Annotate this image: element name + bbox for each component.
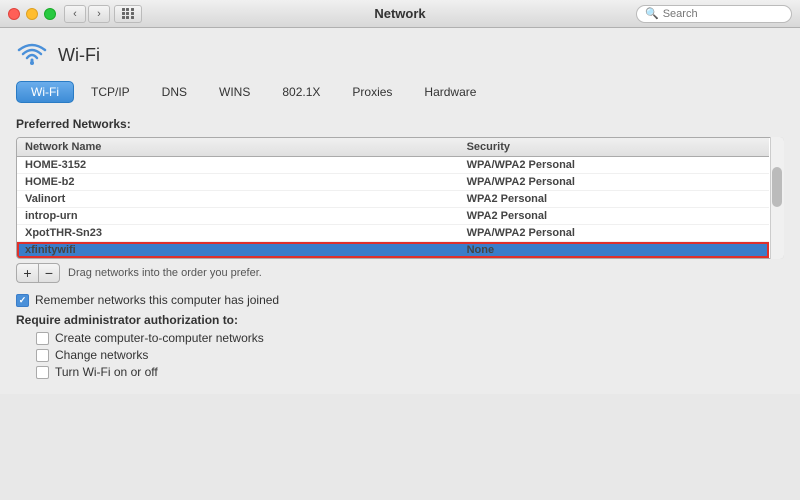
wifi-title: Wi-Fi [58, 45, 100, 66]
sub-option-change-networks[interactable]: Change networks [36, 348, 784, 362]
options-section: ✓ Remember networks this computer has jo… [16, 293, 784, 379]
title-bar: ‹ › Network 🔍 [0, 0, 800, 28]
network-name: HOME-3152 [25, 159, 467, 171]
minimize-button[interactable] [26, 8, 38, 20]
change-networks-checkbox[interactable] [36, 349, 49, 362]
add-network-button[interactable]: + [16, 263, 38, 283]
tab-8021x[interactable]: 802.1X [267, 81, 335, 103]
network-security: WPA/WPA2 Personal [467, 159, 761, 171]
network-name: Valinort [25, 193, 467, 205]
maximize-button[interactable] [44, 8, 56, 20]
table-row[interactable]: Valinort WPA2 Personal [17, 191, 769, 208]
wifi-on-off-checkbox[interactable] [36, 366, 49, 379]
table-header: Network Name Security [17, 138, 769, 157]
traffic-lights [8, 8, 56, 20]
checkmark-icon: ✓ [19, 295, 27, 306]
grid-button[interactable] [114, 5, 142, 23]
wifi-on-off-label: Turn Wi-Fi on or off [55, 365, 158, 379]
network-security: WPA/WPA2 Personal [467, 176, 761, 188]
scrollbar-thumb[interactable] [772, 167, 782, 207]
network-security: WPA2 Personal [467, 193, 761, 205]
table-row[interactable]: introp-urn WPA2 Personal [17, 208, 769, 225]
search-input[interactable] [663, 8, 783, 20]
computer-to-computer-label: Create computer-to-computer networks [55, 331, 264, 345]
networks-container: Network Name Security HOME-3152 WPA/WPA2… [16, 137, 784, 259]
network-security: WPA/WPA2 Personal [467, 227, 761, 239]
change-networks-label: Change networks [55, 348, 148, 362]
require-auth-label: Require administrator authorization to: [16, 313, 784, 327]
nav-buttons: ‹ › [64, 5, 110, 23]
tab-bar: Wi-Fi TCP/IP DNS WINS 802.1X Proxies Har… [16, 81, 784, 103]
network-name: xfinitywifi [25, 244, 467, 256]
window-title: Network [374, 6, 425, 21]
network-security: None [467, 244, 761, 256]
remember-networks-label: Remember networks this computer has join… [35, 293, 279, 307]
table-toolbar: + − Drag networks into the order you pre… [16, 263, 784, 283]
remember-networks-checkbox[interactable]: ✓ [16, 294, 29, 307]
networks-wrapper: Network Name Security HOME-3152 WPA/WPA2… [16, 137, 784, 283]
network-security: WPA2 Personal [467, 210, 761, 222]
sub-option-computer-to-computer[interactable]: Create computer-to-computer networks [36, 331, 784, 345]
tab-tcpip[interactable]: TCP/IP [76, 81, 145, 103]
col-header-network: Network Name [25, 141, 467, 153]
table-row[interactable]: HOME-b2 WPA/WPA2 Personal [17, 174, 769, 191]
sub-options: Create computer-to-computer networks Cha… [36, 331, 784, 379]
preferred-networks-label: Preferred Networks: [16, 117, 784, 131]
search-icon: 🔍 [645, 7, 659, 20]
network-name: XpotTHR-Sn23 [25, 227, 467, 239]
scrollbar-track[interactable] [770, 137, 784, 259]
table-row[interactable]: HOME-3152 WPA/WPA2 Personal [17, 157, 769, 174]
grid-icon [122, 8, 134, 19]
tab-dns[interactable]: DNS [147, 81, 202, 103]
table-row[interactable]: XpotTHR-Sn23 WPA/WPA2 Personal [17, 225, 769, 242]
network-name: introp-urn [25, 210, 467, 222]
remember-networks-row[interactable]: ✓ Remember networks this computer has jo… [16, 293, 784, 307]
tab-wins[interactable]: WINS [204, 81, 265, 103]
network-name: HOME-b2 [25, 176, 467, 188]
computer-to-computer-checkbox[interactable] [36, 332, 49, 345]
back-icon: ‹ [73, 8, 77, 20]
drag-hint: Drag networks into the order you prefer. [68, 267, 262, 279]
tab-hardware[interactable]: Hardware [409, 81, 491, 103]
back-button[interactable]: ‹ [64, 5, 86, 23]
search-box[interactable]: 🔍 [636, 5, 792, 23]
main-content: Wi-Fi Wi-Fi TCP/IP DNS WINS 802.1X Proxi… [0, 28, 800, 394]
tab-wifi[interactable]: Wi-Fi [16, 81, 74, 103]
forward-icon: › [97, 8, 101, 20]
table-row-selected[interactable]: xfinitywifi None [17, 242, 769, 258]
close-button[interactable] [8, 8, 20, 20]
networks-table: Network Name Security HOME-3152 WPA/WPA2… [16, 137, 784, 259]
sub-option-wifi-on-off[interactable]: Turn Wi-Fi on or off [36, 365, 784, 379]
col-header-security: Security [467, 141, 761, 153]
remove-network-button[interactable]: − [38, 263, 60, 283]
wifi-icon [16, 40, 48, 71]
forward-button[interactable]: › [88, 5, 110, 23]
wifi-header: Wi-Fi [16, 40, 784, 71]
tab-proxies[interactable]: Proxies [337, 81, 407, 103]
